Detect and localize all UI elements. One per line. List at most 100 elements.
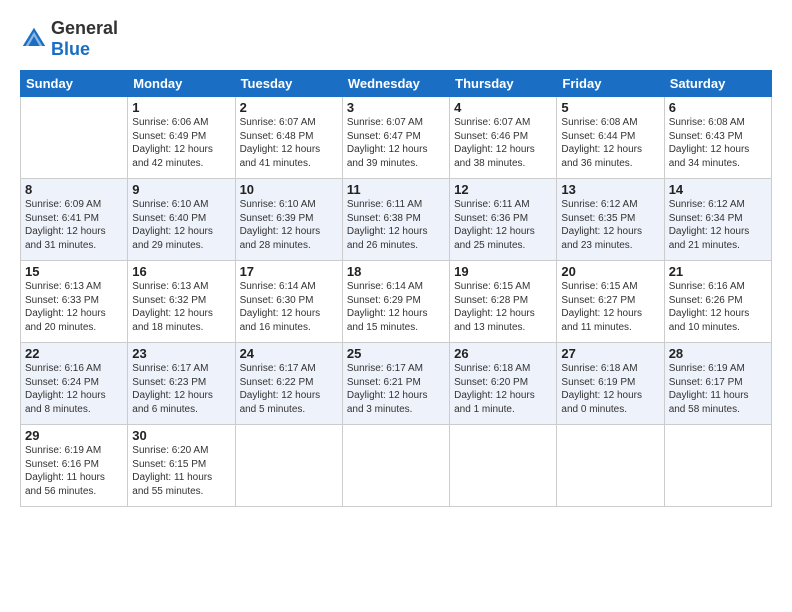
calendar-day-cell: 9 Sunrise: 6:10 AMSunset: 6:40 PMDayligh…	[128, 179, 235, 261]
calendar-week-row: 29 Sunrise: 6:19 AMSunset: 6:16 PMDaylig…	[21, 425, 772, 507]
day-info: Sunrise: 6:08 AMSunset: 6:44 PMDaylight:…	[561, 117, 642, 169]
day-number: 25	[347, 346, 445, 361]
day-info: Sunrise: 6:13 AMSunset: 6:32 PMDaylight:…	[132, 281, 213, 333]
day-info: Sunrise: 6:06 AMSunset: 6:49 PMDaylight:…	[132, 117, 213, 169]
calendar-header-friday: Friday	[557, 71, 664, 97]
day-number: 18	[347, 264, 445, 279]
day-number: 28	[669, 346, 767, 361]
page: General Blue SundayMondayTuesdayWednesda…	[0, 0, 792, 517]
day-info: Sunrise: 6:20 AMSunset: 6:15 PMDaylight:…	[132, 445, 212, 497]
calendar-day-cell: 20 Sunrise: 6:15 AMSunset: 6:27 PMDaylig…	[557, 261, 664, 343]
day-info: Sunrise: 6:09 AMSunset: 6:41 PMDaylight:…	[25, 199, 106, 251]
day-number: 26	[454, 346, 552, 361]
calendar-day-cell: 6 Sunrise: 6:08 AMSunset: 6:43 PMDayligh…	[664, 97, 771, 179]
day-number: 3	[347, 100, 445, 115]
empty-cell	[664, 425, 771, 507]
day-number: 30	[132, 428, 230, 443]
empty-cell	[235, 425, 342, 507]
calendar-day-cell: 22 Sunrise: 6:16 AMSunset: 6:24 PMDaylig…	[21, 343, 128, 425]
day-number: 12	[454, 182, 552, 197]
calendar-day-cell: 29 Sunrise: 6:19 AMSunset: 6:16 PMDaylig…	[21, 425, 128, 507]
day-number: 21	[669, 264, 767, 279]
calendar-day-cell: 25 Sunrise: 6:17 AMSunset: 6:21 PMDaylig…	[342, 343, 449, 425]
calendar-header-saturday: Saturday	[664, 71, 771, 97]
calendar-header-wednesday: Wednesday	[342, 71, 449, 97]
calendar-day-cell: 5 Sunrise: 6:08 AMSunset: 6:44 PMDayligh…	[557, 97, 664, 179]
day-number: 20	[561, 264, 659, 279]
empty-cell	[557, 425, 664, 507]
day-number: 1	[132, 100, 230, 115]
day-number: 5	[561, 100, 659, 115]
day-number: 8	[25, 182, 123, 197]
calendar-day-cell: 30 Sunrise: 6:20 AMSunset: 6:15 PMDaylig…	[128, 425, 235, 507]
day-info: Sunrise: 6:17 AMSunset: 6:22 PMDaylight:…	[240, 363, 321, 415]
day-info: Sunrise: 6:11 AMSunset: 6:38 PMDaylight:…	[347, 199, 428, 251]
calendar-day-cell: 15 Sunrise: 6:13 AMSunset: 6:33 PMDaylig…	[21, 261, 128, 343]
calendar-day-cell: 19 Sunrise: 6:15 AMSunset: 6:28 PMDaylig…	[450, 261, 557, 343]
calendar-day-cell: 2 Sunrise: 6:07 AMSunset: 6:48 PMDayligh…	[235, 97, 342, 179]
calendar-day-cell: 28 Sunrise: 6:19 AMSunset: 6:17 PMDaylig…	[664, 343, 771, 425]
day-number: 22	[25, 346, 123, 361]
day-info: Sunrise: 6:07 AMSunset: 6:48 PMDaylight:…	[240, 117, 321, 169]
calendar-day-cell: 10 Sunrise: 6:10 AMSunset: 6:39 PMDaylig…	[235, 179, 342, 261]
calendar-day-cell: 17 Sunrise: 6:14 AMSunset: 6:30 PMDaylig…	[235, 261, 342, 343]
day-info: Sunrise: 6:18 AMSunset: 6:19 PMDaylight:…	[561, 363, 642, 415]
day-number: 23	[132, 346, 230, 361]
calendar-header-monday: Monday	[128, 71, 235, 97]
day-info: Sunrise: 6:08 AMSunset: 6:43 PMDaylight:…	[669, 117, 750, 169]
empty-cell	[450, 425, 557, 507]
day-info: Sunrise: 6:17 AMSunset: 6:23 PMDaylight:…	[132, 363, 213, 415]
day-info: Sunrise: 6:19 AMSunset: 6:16 PMDaylight:…	[25, 445, 105, 497]
day-info: Sunrise: 6:14 AMSunset: 6:29 PMDaylight:…	[347, 281, 428, 333]
calendar-day-cell: 26 Sunrise: 6:18 AMSunset: 6:20 PMDaylig…	[450, 343, 557, 425]
day-number: 24	[240, 346, 338, 361]
day-number: 15	[25, 264, 123, 279]
day-number: 17	[240, 264, 338, 279]
calendar-day-cell: 11 Sunrise: 6:11 AMSunset: 6:38 PMDaylig…	[342, 179, 449, 261]
calendar-day-cell: 18 Sunrise: 6:14 AMSunset: 6:29 PMDaylig…	[342, 261, 449, 343]
calendar-day-cell: 16 Sunrise: 6:13 AMSunset: 6:32 PMDaylig…	[128, 261, 235, 343]
day-number: 16	[132, 264, 230, 279]
calendar-table: SundayMondayTuesdayWednesdayThursdayFrid…	[20, 70, 772, 507]
day-number: 14	[669, 182, 767, 197]
day-info: Sunrise: 6:19 AMSunset: 6:17 PMDaylight:…	[669, 363, 749, 415]
logo-general-text: General	[51, 18, 118, 38]
calendar-week-row: 8 Sunrise: 6:09 AMSunset: 6:41 PMDayligh…	[21, 179, 772, 261]
day-info: Sunrise: 6:13 AMSunset: 6:33 PMDaylight:…	[25, 281, 106, 333]
day-number: 19	[454, 264, 552, 279]
calendar-week-row: 15 Sunrise: 6:13 AMSunset: 6:33 PMDaylig…	[21, 261, 772, 343]
day-number: 4	[454, 100, 552, 115]
day-info: Sunrise: 6:11 AMSunset: 6:36 PMDaylight:…	[454, 199, 535, 251]
day-number: 13	[561, 182, 659, 197]
day-number: 29	[25, 428, 123, 443]
day-number: 27	[561, 346, 659, 361]
day-number: 11	[347, 182, 445, 197]
calendar-day-cell: 21 Sunrise: 6:16 AMSunset: 6:26 PMDaylig…	[664, 261, 771, 343]
day-number: 9	[132, 182, 230, 197]
calendar-week-row: 22 Sunrise: 6:16 AMSunset: 6:24 PMDaylig…	[21, 343, 772, 425]
day-info: Sunrise: 6:10 AMSunset: 6:40 PMDaylight:…	[132, 199, 213, 251]
day-info: Sunrise: 6:10 AMSunset: 6:39 PMDaylight:…	[240, 199, 321, 251]
calendar-day-cell: 13 Sunrise: 6:12 AMSunset: 6:35 PMDaylig…	[557, 179, 664, 261]
calendar-day-cell: 8 Sunrise: 6:09 AMSunset: 6:41 PMDayligh…	[21, 179, 128, 261]
day-info: Sunrise: 6:15 AMSunset: 6:27 PMDaylight:…	[561, 281, 642, 333]
day-number: 6	[669, 100, 767, 115]
calendar-day-cell: 12 Sunrise: 6:11 AMSunset: 6:36 PMDaylig…	[450, 179, 557, 261]
calendar-day-cell: 4 Sunrise: 6:07 AMSunset: 6:46 PMDayligh…	[450, 97, 557, 179]
day-info: Sunrise: 6:12 AMSunset: 6:35 PMDaylight:…	[561, 199, 642, 251]
calendar-header-thursday: Thursday	[450, 71, 557, 97]
calendar-day-cell: 23 Sunrise: 6:17 AMSunset: 6:23 PMDaylig…	[128, 343, 235, 425]
day-number: 2	[240, 100, 338, 115]
calendar-day-cell: 14 Sunrise: 6:12 AMSunset: 6:34 PMDaylig…	[664, 179, 771, 261]
calendar-day-cell: 27 Sunrise: 6:18 AMSunset: 6:19 PMDaylig…	[557, 343, 664, 425]
empty-cell	[21, 97, 128, 179]
day-info: Sunrise: 6:14 AMSunset: 6:30 PMDaylight:…	[240, 281, 321, 333]
day-info: Sunrise: 6:07 AMSunset: 6:47 PMDaylight:…	[347, 117, 428, 169]
day-info: Sunrise: 6:17 AMSunset: 6:21 PMDaylight:…	[347, 363, 428, 415]
day-info: Sunrise: 6:07 AMSunset: 6:46 PMDaylight:…	[454, 117, 535, 169]
day-info: Sunrise: 6:12 AMSunset: 6:34 PMDaylight:…	[669, 199, 750, 251]
day-info: Sunrise: 6:16 AMSunset: 6:24 PMDaylight:…	[25, 363, 106, 415]
day-info: Sunrise: 6:15 AMSunset: 6:28 PMDaylight:…	[454, 281, 535, 333]
header: General Blue	[20, 18, 772, 60]
day-info: Sunrise: 6:16 AMSunset: 6:26 PMDaylight:…	[669, 281, 750, 333]
